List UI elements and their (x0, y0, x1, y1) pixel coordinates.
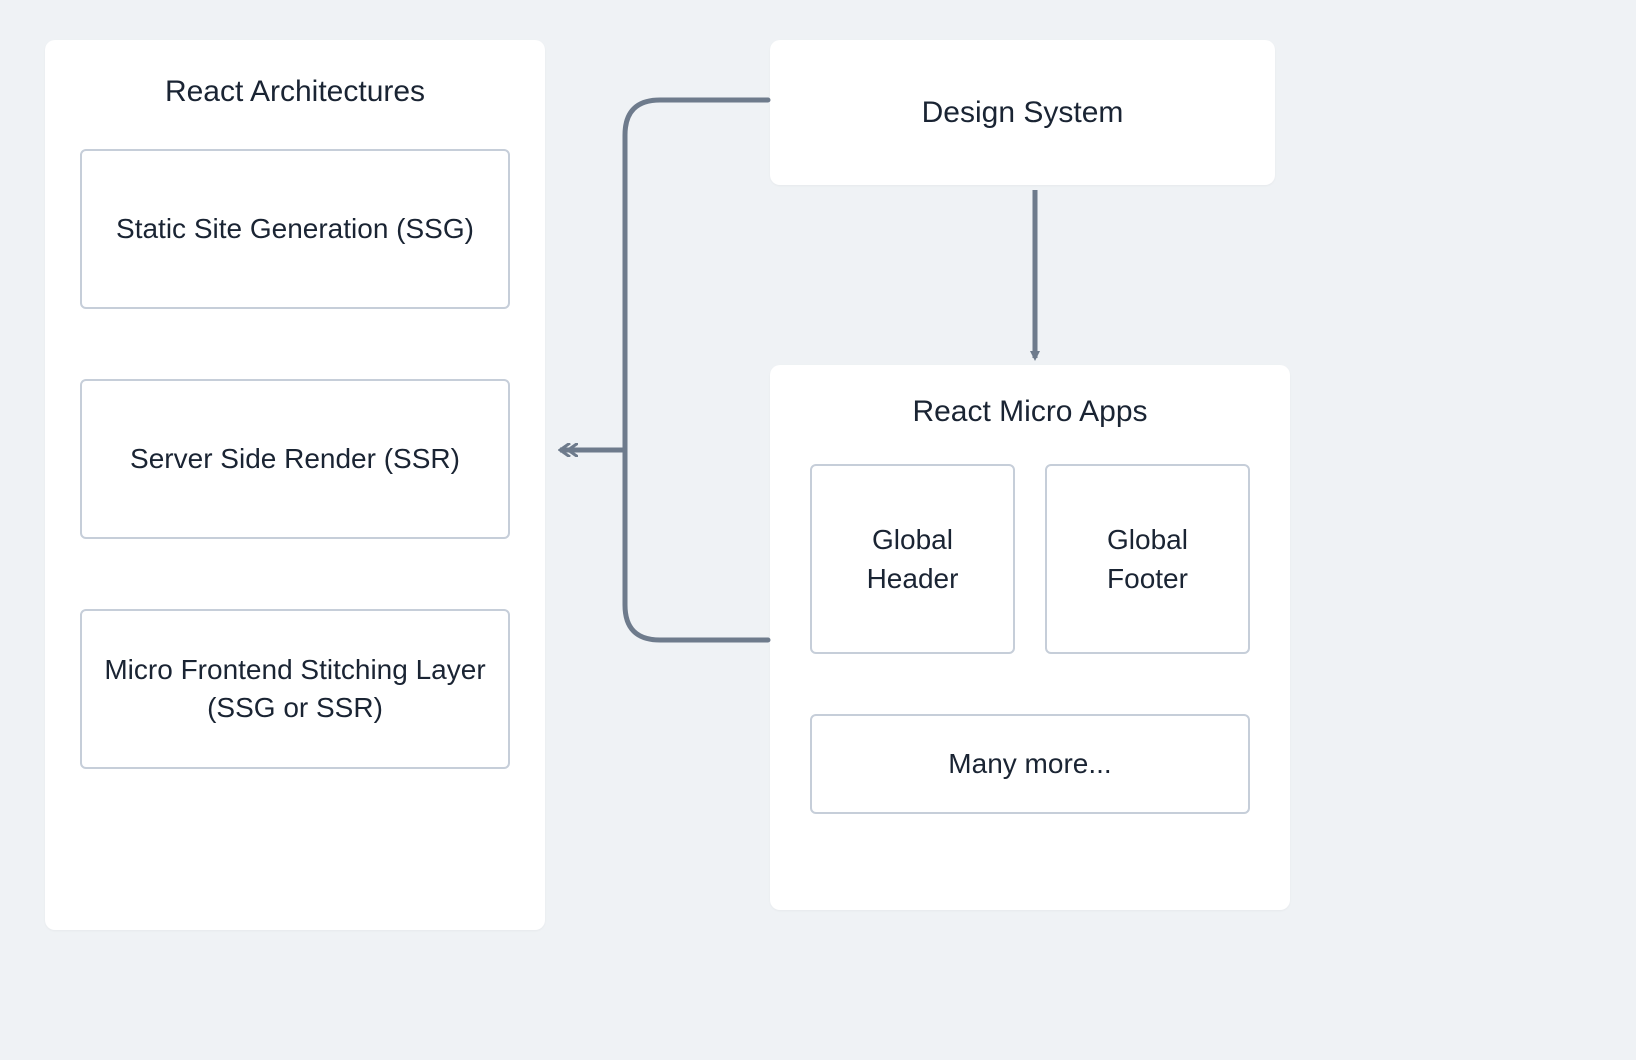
react-micro-apps-title: React Micro Apps (810, 395, 1250, 429)
design-system-title: Design System (770, 40, 1275, 185)
micro-app-global-footer: Global Footer (1045, 464, 1250, 654)
react-architectures-panel: React Architectures Static Site Generati… (45, 40, 545, 930)
bracket-upper (625, 100, 768, 450)
micro-app-many-more: Many more... (810, 714, 1250, 814)
arch-node-ssg: Static Site Generation (SSG) (80, 149, 510, 309)
micro-app-global-header: Global Header (810, 464, 1015, 654)
bracket-lower (625, 450, 768, 640)
react-micro-apps-panel: React Micro Apps Global Header Global Fo… (770, 365, 1290, 910)
arch-node-ssr: Server Side Render (SSR) (80, 379, 510, 539)
react-architectures-title: React Architectures (80, 75, 510, 109)
arch-node-micro-frontend: Micro Frontend Stitching Layer (SSG or S… (80, 609, 510, 769)
design-system-panel: Design System (770, 40, 1275, 185)
